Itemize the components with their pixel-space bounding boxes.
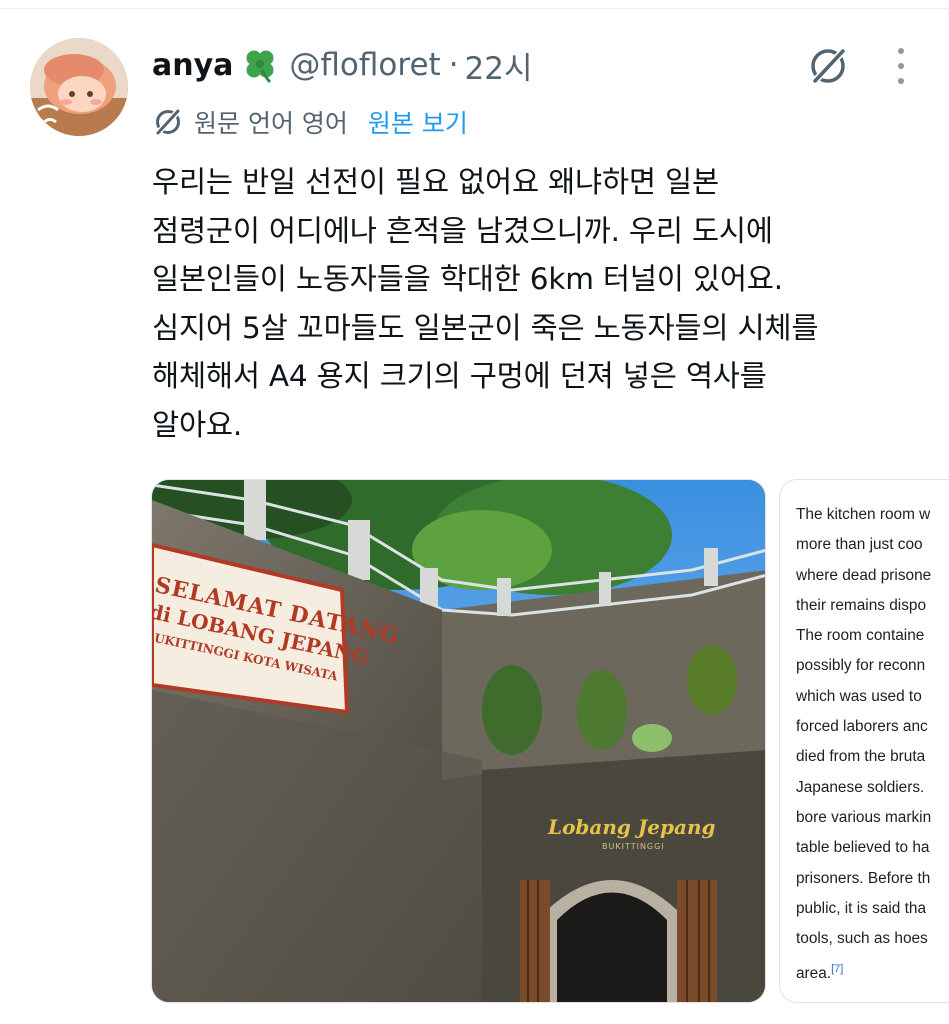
wiki-text-block: The kitchen room w more than just coo wh… [796, 500, 949, 990]
tunnel-sign: Lobang Jepang [548, 815, 716, 839]
author-name[interactable]: anya [152, 48, 233, 83]
tunnel-photo-illustration [152, 480, 765, 1002]
dot [898, 48, 904, 54]
four-leaf-clover-icon [241, 46, 279, 84]
top-divider [0, 8, 949, 9]
tweet-header: anya @flofloret · 22시 [152, 40, 533, 90]
tweet-text: 우리는 반일 선전이 필요 없어요 왜냐하면 일본 점령군이 어디에나 흔적을 … [152, 165, 819, 442]
wiki-screenshot[interactable]: The kitchen room w more than just coo wh… [779, 479, 949, 1003]
wiki-text: The kitchen room w more than just coo wh… [796, 506, 932, 983]
tunnel-subsign: BUKITTINGGI [602, 842, 665, 851]
tweet-timestamp[interactable]: 22시 [465, 43, 533, 88]
avatar[interactable] [30, 38, 128, 136]
source-language-label: 원문 언어 영어 [194, 109, 348, 138]
avatar-illustration [30, 38, 128, 136]
more-vertical-icon[interactable] [888, 46, 914, 86]
author-handle[interactable]: @flofloret [289, 47, 440, 83]
view-original-link[interactable]: 원본 보기 [368, 104, 468, 140]
wiki-citation-link[interactable]: [7] [831, 963, 843, 975]
translate-icon [154, 107, 182, 137]
tunnel-photo[interactable]: SELAMAT DATANG di LOBANG JEPANG BUKITTIN… [151, 479, 766, 1003]
grok-icon[interactable] [806, 44, 852, 88]
time-separator: · [448, 47, 459, 83]
dot [898, 63, 904, 69]
translation-bar: 원문 언어 영어 원본 보기 [152, 100, 468, 144]
dot [898, 78, 904, 84]
